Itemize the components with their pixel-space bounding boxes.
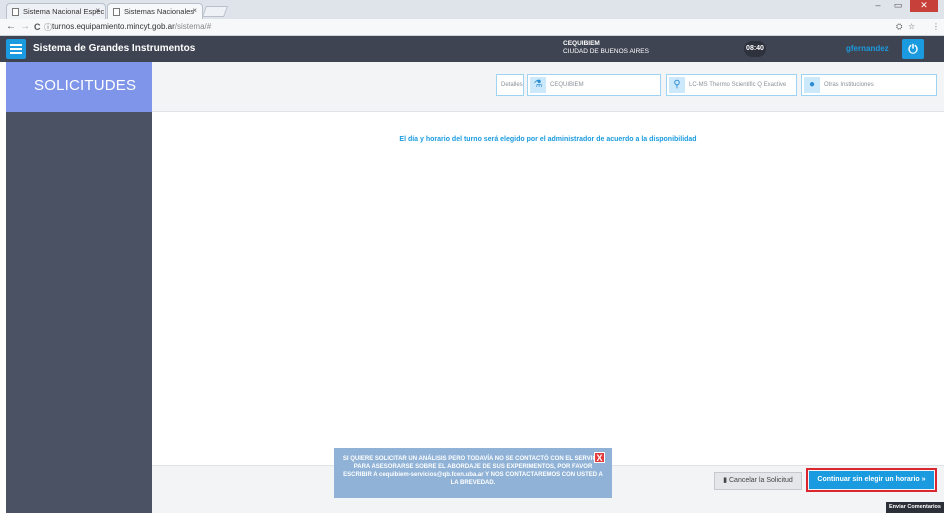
toast-message: SI QUIERE SOLICITAR UN ANÁLISIS PERO TOD… <box>342 456 604 486</box>
institution-block: CEQUIBIEM CIUDAD DE BUENOS AIRES <box>563 40 649 56</box>
continue-without-time-button[interactable]: Continuar sin elegir un horario » <box>809 471 934 489</box>
browser-menu-icon[interactable]: ⋮ <box>932 22 940 31</box>
site-info-icon[interactable]: ⓘ <box>44 22 52 33</box>
step-institution-label: CEQUIBIEM <box>550 82 584 88</box>
contact-toast: SI QUIERE SOLICITAR UN ANÁLISIS PERO TOD… <box>334 448 612 498</box>
minimize-icon[interactable]: – <box>868 0 888 12</box>
back-icon[interactable]: ← <box>6 21 16 32</box>
cancel-request-button[interactable]: ▮ Cancelar la Solicitud <box>714 472 802 490</box>
institution-name: CEQUIBIEM <box>563 40 600 47</box>
browser-tab-2-title: Sistemas Nacionales <box>124 7 195 16</box>
maximize-icon[interactable]: ▭ <box>888 0 908 12</box>
user-name-link[interactable]: gfernandez <box>846 44 889 53</box>
document-icon <box>113 8 120 16</box>
reload-icon[interactable]: C <box>34 22 41 32</box>
new-tab-button[interactable] <box>201 6 229 17</box>
url-host: turnos.equipamiento.mincyt.gob.ar <box>52 22 175 31</box>
url-path: /sistema/# <box>174 22 212 31</box>
close-tab-icon[interactable]: × <box>192 6 197 15</box>
step-instrument[interactable]: ⚲ LC-MS Thermo Scientific Q Exactive <box>666 74 797 96</box>
star-icon[interactable]: ☆ <box>908 22 915 31</box>
step-other-institutions[interactable]: ● Otras Instituciones <box>801 74 937 96</box>
schedule-notice: El día y horario del turno será elegido … <box>399 136 697 143</box>
session-clock: 08:40 <box>744 41 766 57</box>
step-institution[interactable]: ⚗ CEQUIBIEM <box>527 74 661 96</box>
app-header: Sistema de Grandes Instrumentos CEQUIBIE… <box>0 36 944 62</box>
sidebar-heading: SOLICITUDES <box>6 62 152 112</box>
toast-close-icon[interactable]: X <box>594 452 605 463</box>
cancel-request-label: Cancelar la Solicitud <box>729 477 793 484</box>
browser-tab-1-title: Sistema Nacional Espec <box>23 7 105 16</box>
institution-city: CIUDAD DE BUENOS AIRES <box>563 48 649 55</box>
translate-icon[interactable]: ⛭ <box>896 22 902 32</box>
browser-tab-bar: Sistema Nacional Espec × Sistemas Nacion… <box>0 0 944 19</box>
step-instrument-label: LC-MS Thermo Scientific Q Exactive <box>689 82 787 88</box>
hamburger-menu-icon[interactable] <box>6 39 26 59</box>
step-other-institutions-label: Otras Instituciones <box>824 82 874 88</box>
app-title: Sistema de Grandes Instrumentos <box>33 43 196 54</box>
forward-icon[interactable]: → <box>20 21 30 32</box>
close-window-icon[interactable]: ✕ <box>910 0 938 12</box>
flask-icon: ⚗ <box>530 77 546 93</box>
send-feedback-button[interactable]: Enviar Comentarios <box>886 502 944 513</box>
logout-power-icon[interactable]: ⏻ <box>902 39 924 59</box>
close-tab-icon[interactable]: × <box>95 6 100 15</box>
browser-tab-1[interactable]: Sistema Nacional Espec × <box>6 3 106 19</box>
url-field[interactable]: turnos.equipamiento.mincyt.gob.ar/sistem… <box>52 22 211 31</box>
continue-label: Continuar sin elegir un horario <box>817 476 920 483</box>
step-details-label: Detalles <box>501 82 523 88</box>
user-icon: ● <box>804 77 820 93</box>
microscope-icon: ⚲ <box>669 77 685 93</box>
step-details[interactable]: Detalles <box>496 74 524 96</box>
sidebar: SOLICITUDES <box>6 62 152 513</box>
browser-tab-2[interactable]: Sistemas Nacionales × <box>107 3 203 19</box>
trash-icon: ▮ <box>723 477 728 484</box>
document-icon <box>12 8 19 16</box>
sidebar-heading-label: SOLICITUDES <box>34 77 137 94</box>
double-chevron-right-icon: » <box>921 476 926 483</box>
address-bar: ← → C ⓘ turnos.equipamiento.mincyt.gob.a… <box>0 19 944 36</box>
